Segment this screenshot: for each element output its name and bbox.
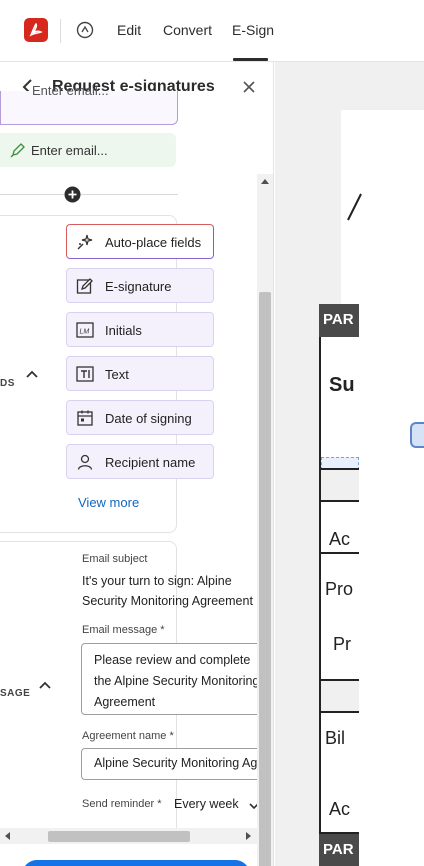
document-logo-fragment — [347, 192, 367, 222]
panel-vertical-scrollbar[interactable] — [257, 174, 273, 866]
svg-text:LM: LM — [80, 329, 90, 336]
field-label: E-signature — [105, 279, 172, 294]
e-signature-field-button[interactable]: E-signature — [66, 268, 214, 303]
required-mark: * — [157, 798, 162, 810]
document-rule — [319, 552, 359, 554]
panel-horizontal-scrollbar[interactable] — [0, 828, 257, 844]
collapse-fields-chevron-icon[interactable] — [25, 368, 39, 382]
email-message-textarea[interactable]: Please review and complete the Alpine Se… — [81, 643, 271, 715]
text-field-icon — [76, 365, 94, 383]
field-label: Auto-place fields — [105, 235, 202, 250]
field-label: Text — [105, 367, 129, 382]
recipient-email-placeholder: Enter email... — [31, 143, 108, 158]
message-section-label: SAGE — [0, 688, 31, 699]
document-heading-fragment: Su — [329, 374, 355, 396]
add-recipient-icon[interactable] — [64, 186, 81, 203]
document-gray-row — [319, 470, 359, 500]
field-label: Date of signing — [105, 411, 192, 426]
recipient-divider — [0, 194, 178, 195]
view-more-link[interactable]: View more — [78, 495, 139, 510]
top-toolbar: Edit Convert E-Sign — [0, 0, 424, 62]
document-row-label: Ac — [329, 799, 351, 819]
recipient-email-placeholder: Enter email... — [32, 83, 109, 98]
sparkle-icon — [76, 233, 94, 251]
part-header-1: PAR — [319, 304, 359, 337]
field-label: Recipient name — [105, 455, 196, 470]
field-label: Initials — [105, 323, 142, 338]
fields-section-label: DS — [0, 378, 15, 389]
acrobat-logo-icon[interactable] — [24, 18, 48, 42]
agreement-name-label-text: Agreement name — [82, 730, 167, 742]
calendar-icon — [76, 409, 94, 427]
vertical-scroll-thumb[interactable] — [259, 292, 271, 866]
document-row-label: Pro — [325, 579, 354, 599]
text-field-button[interactable]: Text — [66, 356, 214, 391]
document-gray-row — [319, 681, 359, 711]
initials-field-button[interactable]: LM Initials — [66, 312, 214, 347]
ai-assistant-icon[interactable] — [76, 21, 94, 39]
scroll-up-arrow-icon[interactable] — [261, 179, 269, 184]
send-reminder-select[interactable]: Every week — [174, 797, 239, 811]
email-message-label: Email message * — [82, 624, 165, 636]
horizontal-scroll-thumb[interactable] — [48, 831, 190, 842]
document-row-label: Pr — [333, 634, 351, 654]
part-header-2: PAR — [319, 834, 359, 866]
request-signatures-panel: Request e-signatures Enter email... Ente… — [0, 62, 274, 866]
document-row-label: Ac — [329, 529, 351, 549]
email-message-label-text: Email message — [82, 624, 158, 636]
pen-icon — [10, 142, 26, 158]
auto-place-fields-button[interactable]: Auto-place fields — [66, 224, 214, 259]
required-mark: * — [169, 730, 174, 742]
signature-icon — [76, 277, 94, 295]
email-subject-value[interactable]: It's your turn to sign: Alpine Security … — [82, 571, 262, 611]
scroll-left-arrow-icon[interactable] — [5, 832, 10, 840]
agreement-name-input[interactable]: Alpine Security Monitoring Agreement — [81, 748, 271, 780]
required-mark: * — [160, 624, 165, 636]
send-reminder-label: Send reminder * — [82, 798, 162, 810]
primary-action-button[interactable] — [22, 860, 250, 866]
document-row-label: Bil — [325, 728, 346, 748]
recipient-email-field-1[interactable]: Enter email... — [0, 83, 178, 125]
app-window: Edit Convert E-Sign Request e-signatures… — [0, 0, 424, 866]
person-icon — [76, 453, 94, 471]
tab-e-sign[interactable]: E-Sign — [232, 22, 274, 38]
close-icon[interactable] — [240, 78, 258, 96]
scroll-right-arrow-icon[interactable] — [246, 832, 251, 840]
send-reminder-label-text: Send reminder — [82, 798, 155, 810]
document-viewer: PAR Su Ac Pro Pr Bil Ac PAR — [275, 62, 424, 866]
initials-icon: LM — [76, 321, 94, 339]
recipient-name-field-button[interactable]: Recipient name — [66, 444, 214, 479]
recipient-email-field-2[interactable]: Enter email... — [0, 133, 176, 167]
date-of-signing-field-button[interactable]: Date of signing — [66, 400, 214, 435]
collapse-message-chevron-icon[interactable] — [38, 679, 52, 693]
email-subject-label: Email subject — [82, 553, 148, 565]
tab-edit[interactable]: Edit — [117, 22, 141, 38]
active-tab-indicator — [233, 58, 268, 61]
agreement-name-label: Agreement name * — [82, 730, 174, 742]
signature-marker-icon[interactable] — [410, 422, 424, 448]
toolbar-divider — [60, 19, 61, 43]
tab-convert[interactable]: Convert — [163, 22, 212, 38]
